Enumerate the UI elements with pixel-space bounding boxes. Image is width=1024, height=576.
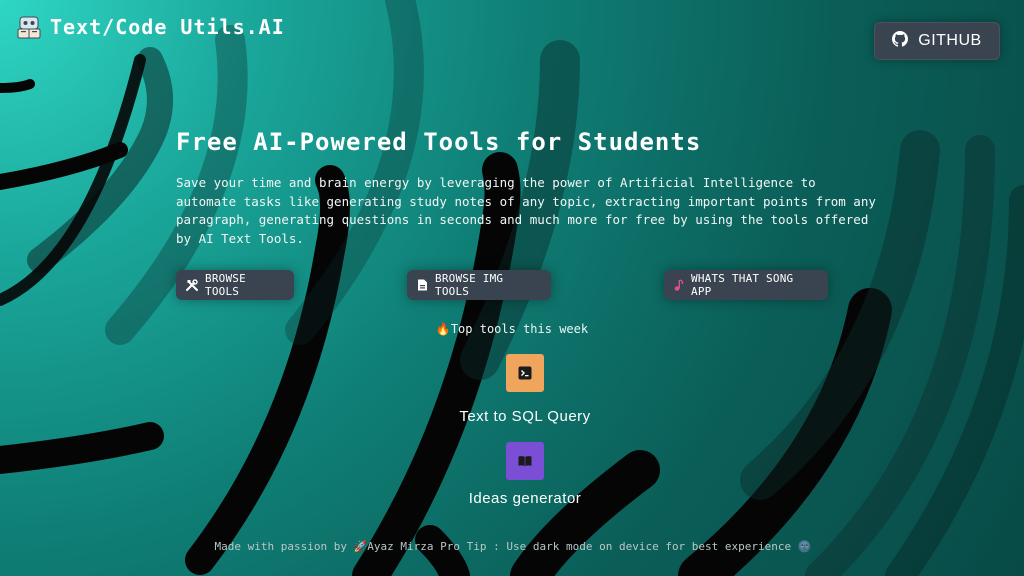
whats-that-song-label: WHATS THAT SONG APP [691, 272, 794, 298]
robot-reading-icon [16, 14, 42, 40]
browse-img-tools-button[interactable]: BROWSE IMG TOOLS [407, 270, 551, 300]
github-button[interactable]: GITHUB [874, 22, 1000, 60]
brand[interactable]: Text/Code Utils.AI [16, 14, 285, 40]
tool-label: Text to SQL Query [459, 408, 591, 425]
terminal-icon [506, 354, 544, 392]
whats-that-song-button[interactable]: WHATS THAT SONG APP [664, 270, 828, 300]
github-label: GITHUB [918, 32, 982, 49]
browse-img-tools-label: BROWSE IMG TOOLS [435, 272, 504, 298]
tool-card-text-to-sql[interactable]: Text to SQL Query [0, 354, 1024, 425]
browse-tools-button[interactable]: BROWSE TOOLS [176, 270, 294, 300]
tools-icon [186, 276, 198, 295]
music-note-icon [674, 276, 684, 295]
footer-text: Made with passion by 🚀Ayaz Mirza Pro Tip… [214, 540, 812, 553]
hero-description: Save your time and brain energy by lever… [176, 175, 876, 246]
file-image-icon [417, 276, 428, 295]
tool-card-ideas-generator[interactable]: Ideas generator [0, 442, 1024, 507]
browse-tools-label: BROWSE TOOLS [205, 272, 246, 298]
hero-title: Free AI-Powered Tools for Students [176, 128, 702, 156]
tool-label: Ideas generator [468, 490, 582, 507]
github-icon [892, 31, 909, 51]
top-tools-heading: 🔥Top tools this week [435, 322, 589, 336]
book-open-icon [506, 442, 544, 480]
brand-title: Text/Code Utils.AI [50, 15, 285, 39]
